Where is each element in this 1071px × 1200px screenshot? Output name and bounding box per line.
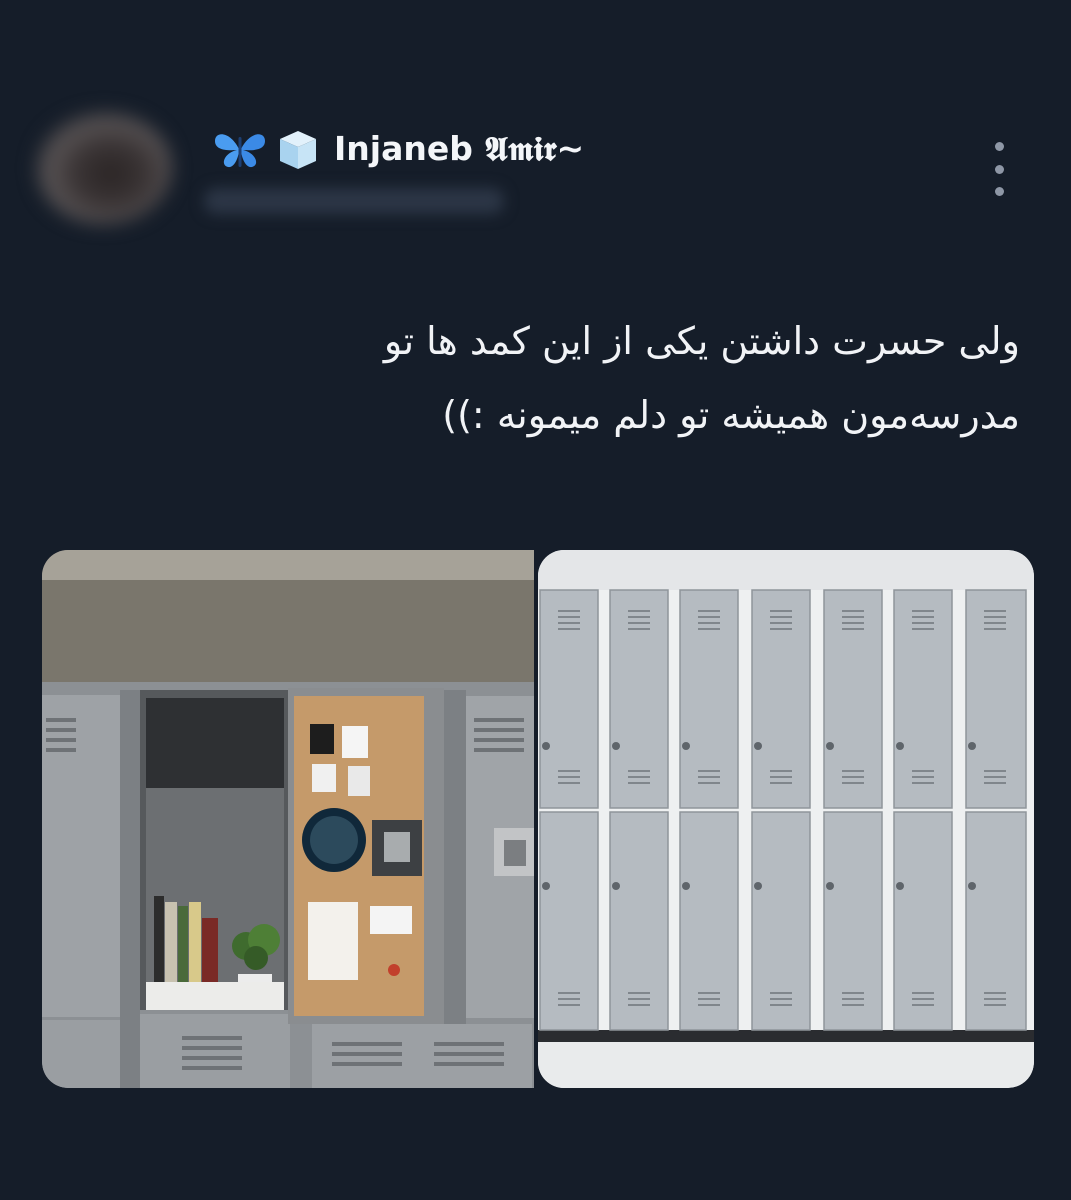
display-name: Injaneb 𝕬𝖒𝖎𝖗~: [334, 129, 585, 168]
author-header[interactable]: Injaneb 𝕬𝖒𝖎𝖗~: [212, 124, 584, 174]
tweet-text-line: مدرسه‌مون همیشه تو دلم میمونه :)): [442, 393, 1020, 437]
ice-cube-emoji-icon: [270, 127, 326, 171]
media-image-locker-row[interactable]: [538, 550, 1034, 1088]
butterfly-emoji-icon: [212, 127, 268, 171]
avatar[interactable]: [36, 112, 172, 224]
username-handle: [204, 188, 504, 214]
more-options-icon[interactable]: [984, 142, 1014, 196]
tweet-text-line: ولی حسرت داشتن یکی از این کمد ها تو: [383, 319, 1020, 363]
tweet-media: [42, 550, 1034, 1088]
tweet-text: ولی حسرت داشتن یکی از این کمد ها تو مدرس…: [250, 304, 1020, 452]
media-image-decorated-locker[interactable]: [42, 550, 534, 1088]
